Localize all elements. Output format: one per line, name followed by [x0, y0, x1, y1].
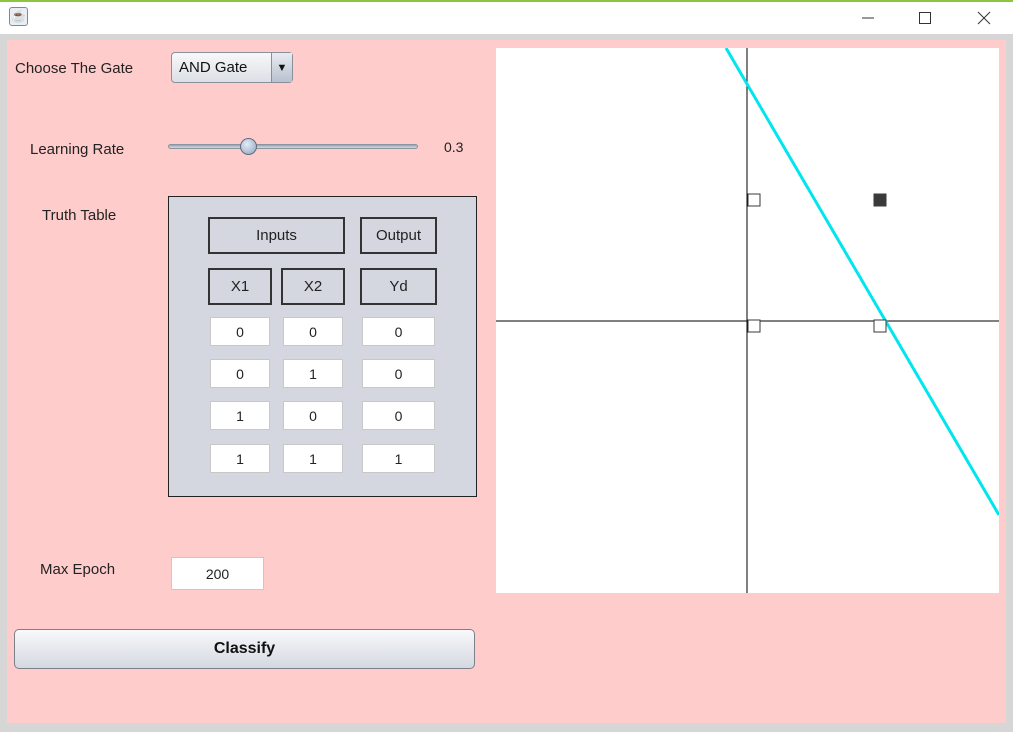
decision-plot	[496, 47, 1001, 593]
max-epoch-input[interactable]: 200	[171, 557, 264, 590]
maximize-icon	[919, 12, 931, 24]
cell-r4-x2[interactable]: 1	[283, 444, 343, 473]
title-bar: ☕	[0, 0, 1013, 34]
cell-r4-yd[interactable]: 1	[362, 444, 435, 473]
cell-r3-x2[interactable]: 0	[283, 401, 343, 430]
data-point-2	[747, 193, 761, 207]
data-point-1	[747, 319, 761, 333]
output-header: Output	[360, 217, 437, 254]
close-button[interactable]	[961, 2, 1007, 34]
learning-rate-label: Learning Rate	[30, 141, 125, 158]
data-points	[747, 193, 887, 333]
slider-thumb[interactable]	[239, 138, 257, 155]
max-epoch-label: Max Epoch	[40, 561, 116, 578]
minimize-button[interactable]	[845, 2, 891, 34]
yd-header: Yd	[360, 268, 437, 305]
minimize-icon	[862, 17, 874, 19]
gate-select-value: AND Gate	[179, 59, 248, 76]
decision-boundary-line	[724, 47, 1001, 516]
truth-table-label: Truth Table	[42, 207, 117, 224]
maximize-button[interactable]	[902, 2, 948, 34]
learning-rate-slider[interactable]	[168, 144, 418, 149]
close-icon	[977, 11, 991, 25]
data-point-4	[873, 193, 887, 207]
x1-header: X1	[208, 268, 272, 305]
classify-button[interactable]: Classify	[14, 629, 475, 669]
cell-r2-x2[interactable]: 1	[283, 359, 343, 388]
cell-r2-x1[interactable]: 0	[210, 359, 270, 388]
chevron-down-icon[interactable]: ▼	[271, 53, 292, 82]
gate-label: Choose The Gate	[15, 60, 134, 77]
gate-select[interactable]: AND Gate ▼	[171, 52, 293, 83]
cell-r1-yd[interactable]: 0	[362, 317, 435, 346]
cell-r2-yd[interactable]: 0	[362, 359, 435, 388]
plot-canvas	[496, 47, 1001, 593]
cell-r1-x2[interactable]: 0	[283, 317, 343, 346]
cell-r4-x1[interactable]: 1	[210, 444, 270, 473]
cell-r3-x1[interactable]: 1	[210, 401, 270, 430]
data-point-3	[873, 319, 887, 333]
cell-r3-yd[interactable]: 0	[362, 401, 435, 430]
inputs-header: Inputs	[208, 217, 345, 254]
x2-header: X2	[281, 268, 345, 305]
learning-rate-value: 0.3	[444, 139, 464, 155]
java-app-icon: ☕	[9, 7, 28, 26]
cell-r1-x1[interactable]: 0	[210, 317, 270, 346]
